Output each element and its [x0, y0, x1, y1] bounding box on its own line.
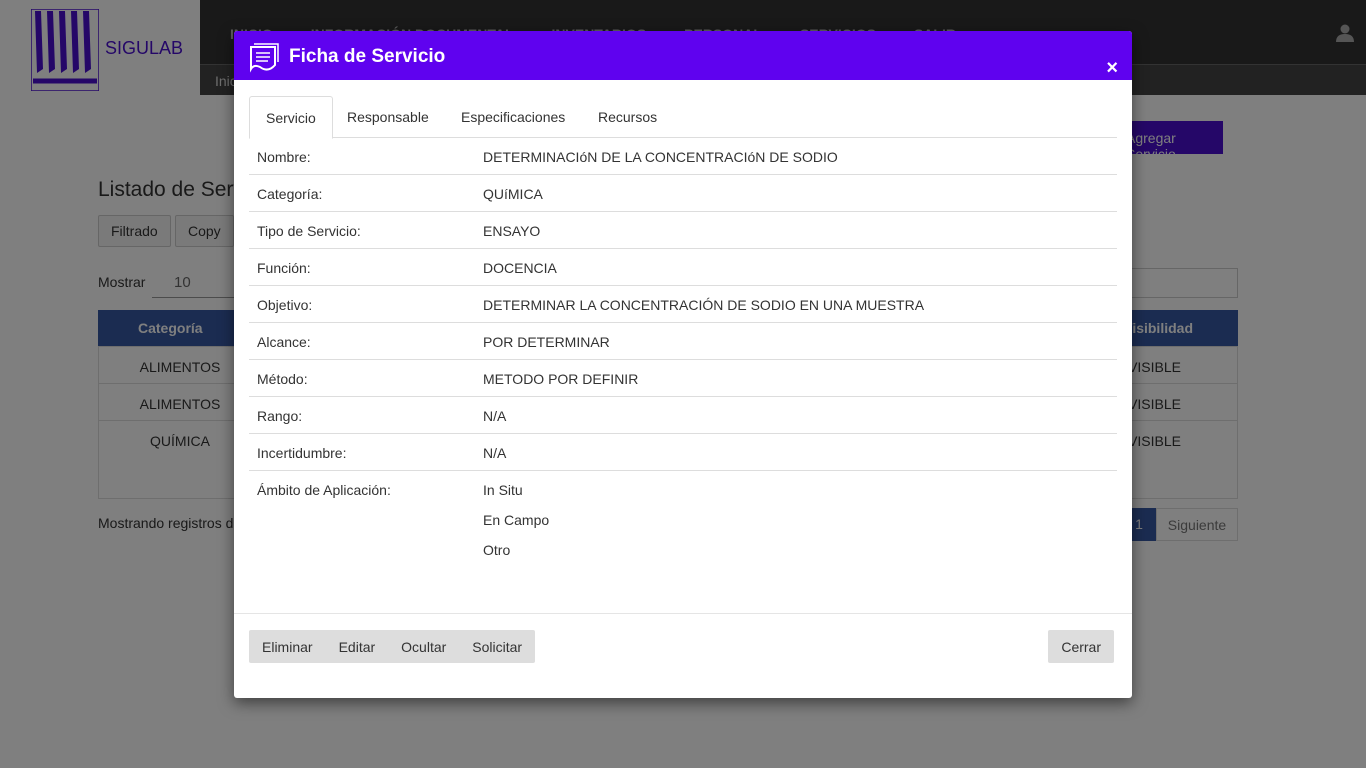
field-label: Alcance: [257, 334, 311, 350]
close-button[interactable]: Cerrar [1048, 630, 1114, 663]
document-icon [250, 43, 279, 73]
info-row-ambito: Ámbito de Aplicación: In Situ En Campo O… [249, 471, 1117, 581]
modal-header: Ficha de Servicio × [234, 31, 1132, 80]
info-row-categoria: Categoría: QUíMICA [249, 175, 1117, 212]
service-info-table: Nombre: DETERMINACIóN DE LA CONCENTRACIó… [249, 138, 1117, 581]
request-button[interactable]: Solicitar [459, 630, 535, 663]
field-label: Objetivo: [257, 297, 313, 313]
field-value-categoria: QUíMICA [483, 186, 543, 202]
field-label: Categoría: [257, 186, 323, 202]
field-value-incertidumbre: N/A [483, 445, 507, 461]
field-value-rango: N/A [483, 408, 507, 424]
tab-responsable[interactable]: Responsable [331, 96, 445, 138]
info-row-alcance: Alcance: POR DETERMINAR [249, 323, 1117, 360]
tab-especificaciones[interactable]: Especificaciones [445, 96, 581, 138]
info-row-tipo: Tipo de Servicio: ENSAYO [249, 212, 1117, 249]
modal-title: Ficha de Servicio [289, 46, 446, 67]
field-label: Ámbito de Aplicación: [257, 482, 391, 498]
info-row-nombre: Nombre: DETERMINACIóN DE LA CONCENTRACIó… [249, 138, 1117, 175]
ambito-item: En Campo [483, 512, 550, 528]
info-row-rango: Rango: N/A [249, 397, 1117, 434]
field-label: Método: [257, 371, 308, 387]
field-value-alcance: POR DETERMINAR [483, 334, 610, 350]
action-button-group: Eliminar Editar Ocultar Solicitar [249, 630, 536, 663]
ambito-item: In Situ [483, 482, 523, 498]
field-value-metodo: METODO POR DEFINIR [483, 371, 639, 387]
field-value-nombre: DETERMINACIóN DE LA CONCENTRACIóN DE SOD… [483, 149, 838, 165]
modal-tabs: Servicio Responsable Especificaciones Re… [249, 96, 1117, 139]
service-detail-modal: Ficha de Servicio × Servicio Responsable… [234, 31, 1132, 698]
tab-servicio[interactable]: Servicio [249, 96, 333, 139]
ambito-list: In Situ En Campo Otro [483, 482, 549, 572]
field-label: Función: [257, 260, 311, 276]
delete-button[interactable]: Eliminar [249, 630, 326, 663]
tab-recursos[interactable]: Recursos [582, 96, 673, 138]
info-row-incertidumbre: Incertidumbre: N/A [249, 434, 1117, 471]
info-row-objetivo: Objetivo: DETERMINAR LA CONCENTRACIÓN DE… [249, 286, 1117, 323]
info-row-metodo: Método: METODO POR DEFINIR [249, 360, 1117, 397]
field-label: Rango: [257, 408, 303, 424]
modal-footer: Eliminar Editar Ocultar Solicitar Cerrar [234, 613, 1132, 698]
field-value-tipo: ENSAYO [483, 223, 541, 239]
edit-button[interactable]: Editar [326, 630, 389, 663]
field-value-objetivo: DETERMINAR LA CONCENTRACIÓN DE SODIO EN … [483, 297, 925, 313]
field-label: Nombre: [257, 149, 311, 165]
info-row-funcion: Función: DOCENCIA [249, 249, 1117, 286]
field-label: Tipo de Servicio: [257, 223, 361, 239]
close-icon[interactable]: × [1106, 58, 1118, 78]
ambito-item: Otro [483, 542, 511, 558]
field-label: Incertidumbre: [257, 445, 347, 461]
field-value-funcion: DOCENCIA [483, 260, 557, 276]
hide-button[interactable]: Ocultar [388, 630, 459, 663]
